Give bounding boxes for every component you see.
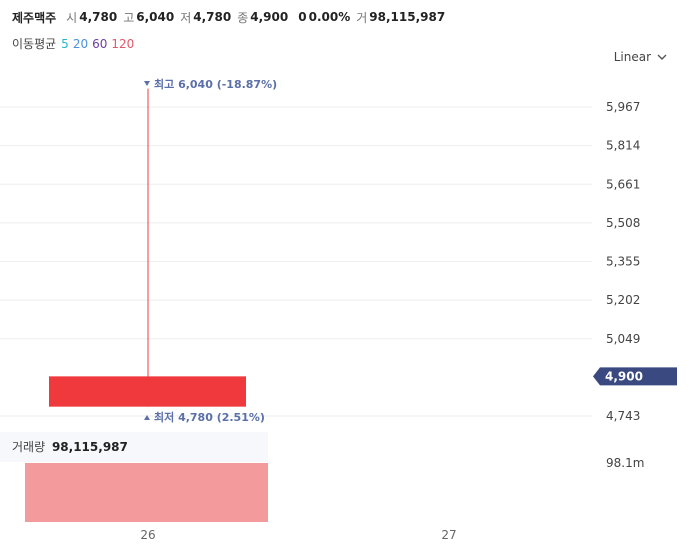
volume-value: 98,115,987	[51, 440, 128, 454]
candle-body	[49, 376, 246, 407]
price-tick-label: 5,355	[606, 255, 640, 269]
price-tick-label: 5,049	[606, 332, 640, 346]
current-price-label: 4,900	[605, 369, 643, 383]
price-tick-label: 4,743	[606, 409, 640, 423]
low-annotation: 최저 4,780 (2.51%)	[154, 410, 265, 424]
price-tick-label: 5,661	[606, 177, 640, 191]
volume-bar	[25, 463, 268, 522]
x-tick-label: 26	[140, 528, 155, 542]
price-tick-label: 5,814	[606, 139, 640, 153]
price-tick-label: 5,508	[606, 216, 640, 230]
stock-chart-widget: 제주맥주 시 4,780 고 6,040 저 4,780 종 4,900 0 0…	[0, 0, 689, 556]
price-tick-label: 5,967	[606, 100, 640, 114]
x-tick-label: 27	[441, 528, 456, 542]
high-marker-icon	[144, 81, 150, 86]
price-tick-label: 5,202	[606, 293, 640, 307]
volume-axis-label: 98.1m	[606, 456, 644, 470]
volume-label: 거래량	[12, 440, 46, 454]
price-chart: 5,967 5,814 5,661 5,508 5,355 5,202 5,049 4,743…	[0, 77, 677, 542]
volume-panel-label: 거래량 98,115,987	[12, 438, 128, 455]
high-annotation: 최고 6,040 (-18.87%)	[154, 77, 277, 91]
